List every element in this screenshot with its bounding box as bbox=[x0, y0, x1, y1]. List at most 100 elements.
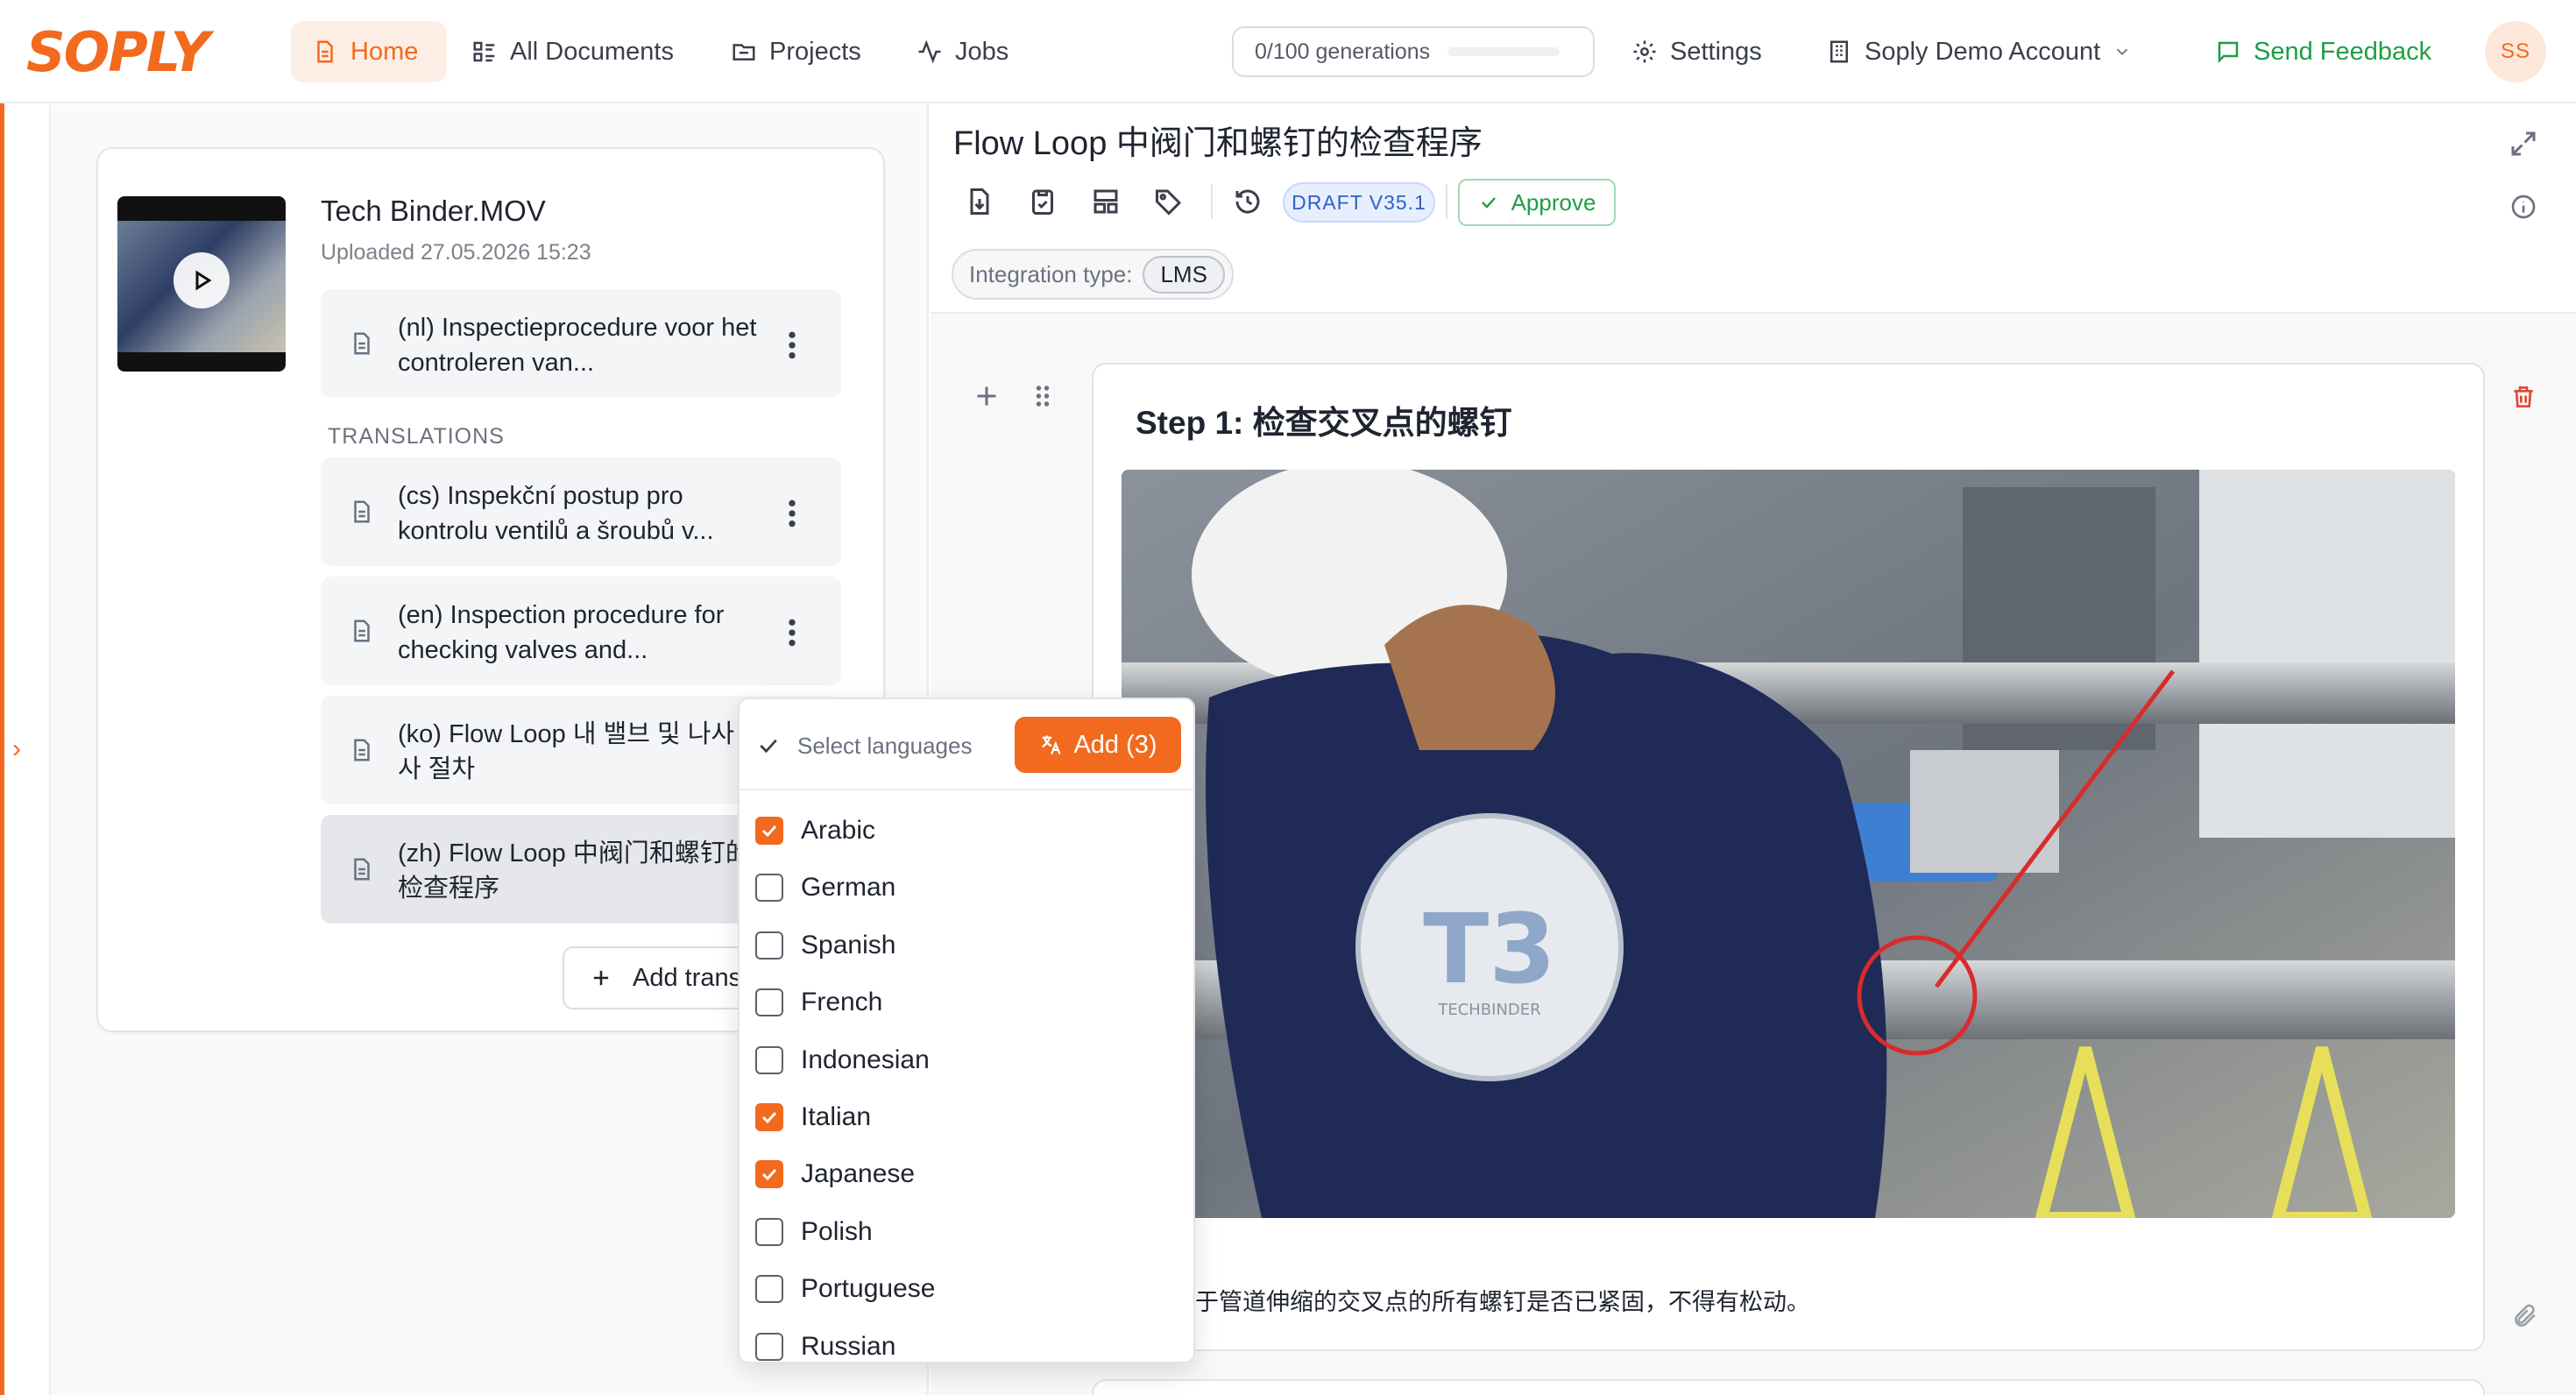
integration-type-value: LMS bbox=[1143, 255, 1225, 294]
sidebar-accent-line bbox=[0, 103, 4, 1395]
language-checkbox[interactable] bbox=[755, 1217, 783, 1246]
add-translation-label: Add trans bbox=[633, 963, 742, 992]
toolbar-divider bbox=[1446, 184, 1447, 219]
language-checkbox[interactable] bbox=[755, 1103, 783, 1131]
translations-header: TRANSLATIONS bbox=[328, 424, 505, 449]
add-step-icon[interactable] bbox=[971, 380, 1002, 412]
step-title[interactable]: Step 1: 检查交叉点的螺钉 bbox=[1136, 396, 1512, 443]
language-option-polish[interactable]: Polish bbox=[755, 1209, 1176, 1255]
account-switcher[interactable]: Soply Demo Account bbox=[1805, 21, 2153, 82]
document-icon bbox=[354, 500, 370, 523]
avatar[interactable]: SS bbox=[2485, 21, 2546, 82]
expand-icon[interactable] bbox=[2508, 128, 2539, 159]
list-icon bbox=[473, 41, 495, 62]
language-label: Arabic bbox=[801, 816, 876, 845]
generations-progress bbox=[1447, 47, 1560, 56]
expand-sidebar-chevron-icon[interactable]: › bbox=[12, 734, 21, 764]
message-icon bbox=[2218, 41, 2239, 64]
attachment-icon[interactable] bbox=[2511, 1302, 2539, 1330]
language-option-german[interactable]: German bbox=[755, 865, 1176, 910]
translation-item-label: (zh) Flow Loop 中阀门和螺钉的检查程序 bbox=[398, 839, 751, 903]
nav-all-documents[interactable]: All Documents bbox=[450, 21, 695, 82]
nav-projects[interactable]: Projects bbox=[710, 21, 882, 82]
step-photo: T3 TECHBINDER bbox=[1122, 470, 2455, 1218]
history-icon[interactable] bbox=[1232, 186, 1263, 217]
document-icon bbox=[354, 620, 370, 642]
step-description[interactable]: 于管道伸缩的交叉点的所有螺钉是否已紧固，不得有松动。 bbox=[1195, 1283, 1810, 1317]
send-feedback-label: Send Feedback bbox=[2254, 37, 2432, 66]
language-option-portuguese[interactable]: Portuguese bbox=[755, 1266, 1176, 1312]
language-checkbox[interactable] bbox=[755, 1332, 783, 1361]
more-options-icon[interactable] bbox=[783, 496, 801, 531]
info-icon[interactable] bbox=[2509, 193, 2537, 221]
integration-type-field[interactable]: Integration type: LMS bbox=[952, 249, 1234, 300]
more-options-icon[interactable] bbox=[783, 615, 801, 650]
plus-icon bbox=[593, 970, 609, 986]
language-label: Portuguese bbox=[801, 1274, 936, 1304]
nav-jobs[interactable]: Jobs bbox=[895, 21, 1030, 82]
play-icon[interactable] bbox=[173, 252, 230, 308]
document-icon bbox=[354, 332, 370, 355]
document-icon bbox=[354, 858, 370, 881]
language-option-french[interactable]: French bbox=[755, 980, 1176, 1025]
language-checkbox[interactable] bbox=[755, 931, 783, 960]
next-step-card bbox=[1092, 1379, 2485, 1395]
translation-item[interactable]: (en) Inspection procedure for checking v… bbox=[321, 577, 841, 685]
photo-logo-text: TECHBINDER bbox=[1437, 1001, 1540, 1019]
document-icon bbox=[317, 40, 333, 63]
language-label: Italian bbox=[801, 1102, 872, 1131]
draft-version-badge: DRAFT V35.1 bbox=[1283, 182, 1435, 223]
folder-icon bbox=[732, 44, 755, 60]
more-options-icon[interactable] bbox=[783, 328, 801, 363]
language-label: Russian bbox=[801, 1331, 896, 1361]
tags-icon[interactable] bbox=[1153, 186, 1185, 217]
language-select-dropdown: Select languages Add (3) Arabic German Spa… bbox=[738, 698, 1195, 1363]
check-icon[interactable] bbox=[755, 733, 782, 759]
clipboard-icon[interactable] bbox=[1027, 186, 1058, 217]
photo-logo-mark: T3 bbox=[1423, 893, 1556, 1005]
video-thumbnail[interactable] bbox=[117, 196, 286, 372]
translation-item-label: (en) Inspection procedure for checking v… bbox=[398, 601, 725, 664]
building-icon bbox=[1830, 40, 1848, 63]
nav-home[interactable]: Home bbox=[291, 21, 447, 82]
translation-item-label: (cs) Inspekční postup pro kontrolu venti… bbox=[398, 482, 714, 545]
language-label: Japanese bbox=[801, 1159, 916, 1189]
nav-jobs-label: Jobs bbox=[955, 37, 1009, 66]
language-option-russian[interactable]: Russian bbox=[755, 1324, 1176, 1362]
language-option-arabic[interactable]: Arabic bbox=[755, 808, 1176, 853]
send-feedback-button[interactable]: Send Feedback bbox=[2194, 21, 2452, 82]
brand-logo-text: SOPLY bbox=[26, 19, 210, 84]
language-option-italian[interactable]: Italian bbox=[755, 1094, 1176, 1140]
language-label: Indonesian bbox=[801, 1044, 930, 1074]
layout-icon[interactable] bbox=[1090, 186, 1122, 217]
brand-logo[interactable]: SOPLY bbox=[26, 19, 263, 84]
language-option-spanish[interactable]: Spanish bbox=[755, 923, 1176, 968]
language-label: French bbox=[801, 988, 883, 1017]
add-languages-label: Add (3) bbox=[1073, 730, 1157, 759]
settings-button[interactable]: Settings bbox=[1610, 21, 1783, 82]
add-languages-button[interactable]: Add (3) bbox=[1015, 717, 1181, 773]
trash-icon[interactable] bbox=[2509, 382, 2537, 412]
language-checkbox[interactable] bbox=[755, 817, 783, 845]
original-document-item[interactable]: (nl) Inspectieprocedure voor het control… bbox=[321, 289, 841, 398]
integration-type-label: Integration type: bbox=[969, 260, 1133, 287]
approve-button[interactable]: Approve bbox=[1458, 179, 1616, 226]
step-image[interactable]: T3 TECHBINDER bbox=[1122, 470, 2455, 1218]
document-title: Flow Loop 中阀门和螺钉的检查程序 bbox=[953, 125, 1483, 162]
language-option-indonesian[interactable]: Indonesian bbox=[755, 1037, 1176, 1083]
language-checkbox[interactable] bbox=[755, 1275, 783, 1304]
chevron-down-icon bbox=[2117, 48, 2128, 56]
drag-handle-icon[interactable] bbox=[1027, 380, 1058, 412]
language-checkbox[interactable] bbox=[755, 988, 783, 1017]
language-checkbox[interactable] bbox=[755, 874, 783, 903]
language-checkbox[interactable] bbox=[755, 1160, 783, 1189]
download-document-icon[interactable] bbox=[964, 186, 995, 217]
dropdown-header: Select languages Add (3) bbox=[740, 699, 1193, 790]
top-navigation-bar: SOPLY Home All Documents Projects Jobs 0… bbox=[0, 0, 2576, 103]
document-icon bbox=[354, 739, 370, 761]
language-checkbox[interactable] bbox=[755, 1045, 783, 1074]
language-label: Polish bbox=[801, 1216, 873, 1246]
language-option-japanese[interactable]: Japanese bbox=[755, 1151, 1176, 1197]
select-languages-label: Select languages bbox=[797, 733, 973, 759]
translation-item[interactable]: (cs) Inspekční postup pro kontrolu venti… bbox=[321, 457, 841, 566]
